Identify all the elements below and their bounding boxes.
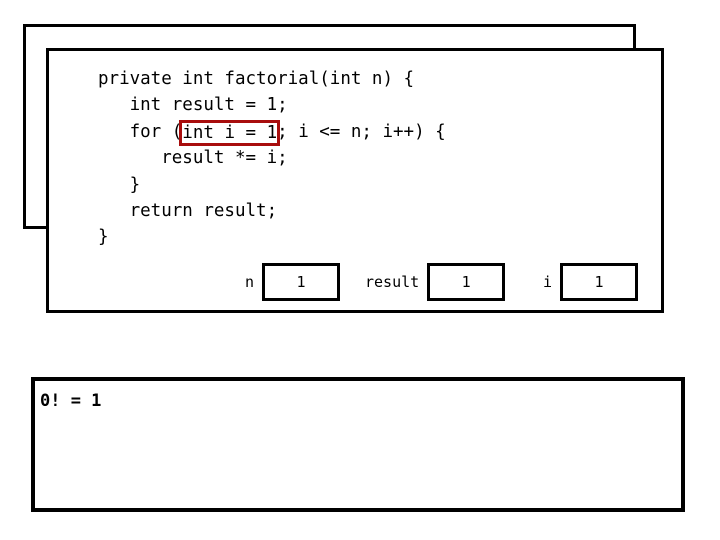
code-line-text: int result = 1; — [98, 95, 288, 116]
variable-value: 1 — [296, 273, 306, 291]
code-line-text-pre: for ( — [98, 121, 183, 142]
variable-value-box: 1 — [427, 263, 506, 301]
variable-label: i — [543, 273, 553, 291]
variable-label: n — [245, 273, 255, 291]
code-highlight-box: int i = 1 — [179, 119, 281, 146]
variable-watch-row: n 1 result 1 i 1 — [46, 258, 664, 306]
code-line-text: result *= i; — [98, 148, 288, 169]
output-console-panel: 0! = 1 — [31, 377, 685, 512]
code-line-highlighted: for (int i = 1; i <= n; i++) { — [98, 119, 446, 146]
code-line: } — [98, 224, 446, 250]
variable-value: 1 — [594, 273, 604, 291]
variable-label: result — [365, 273, 420, 291]
variable-group-result: result 1 — [365, 258, 506, 306]
variable-value-box: 1 — [560, 263, 639, 301]
output-console-text: 0! = 1 — [40, 391, 102, 411]
code-line-text: return result; — [98, 200, 278, 221]
code-line: return result; — [98, 198, 446, 224]
code-line-text: private int factorial(int n) { — [98, 69, 415, 89]
code-line: result *= i; — [98, 145, 446, 171]
code-line: } — [98, 172, 446, 198]
code-line: int result = 1; — [98, 92, 446, 118]
code-listing: private int factorial(int n) { int resul… — [98, 66, 446, 251]
visualizer-stage: private int factorial(int n) { int resul… — [0, 0, 720, 540]
variable-value: 1 — [461, 273, 471, 291]
variable-value-box: 1 — [262, 263, 341, 301]
code-line-text: } — [98, 174, 141, 195]
variable-group-n: n 1 — [245, 258, 341, 306]
variable-group-i: i 1 — [543, 258, 639, 306]
code-line-text: } — [98, 227, 109, 248]
code-line: private int factorial(int n) { — [98, 66, 446, 92]
code-line-text-post: ; i <= n; i++) { — [277, 121, 446, 142]
